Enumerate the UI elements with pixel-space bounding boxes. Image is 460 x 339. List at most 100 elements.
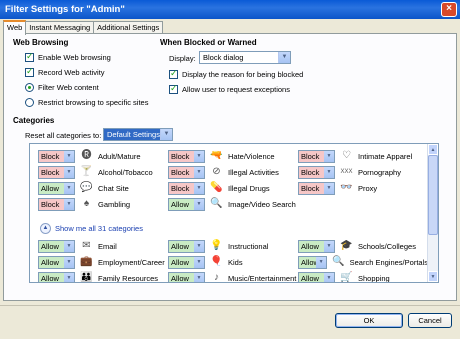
record-web-activity-checkbox[interactable]: Record Web activity	[25, 66, 105, 78]
category-setting-dropdown[interactable]: Allow ▼	[168, 255, 205, 269]
category-family-resources: Allow ▼ 👪 Family Resources	[38, 271, 158, 282]
category-image-video-search: Allow ▼ 🔍 Image/Video Search	[168, 197, 296, 211]
display-reason-checkbox[interactable]: Display the reason for being blocked	[169, 68, 304, 80]
lightbulb-icon: 💡	[210, 240, 223, 251]
category-setting-dropdown[interactable]: Allow ▼	[38, 255, 75, 269]
radio-circle[interactable]	[25, 83, 34, 92]
category-setting-dropdown[interactable]: Block ▼	[298, 149, 335, 163]
category-setting-dropdown[interactable]: Block ▼	[298, 165, 335, 179]
category-setting-dropdown[interactable]: Allow ▼	[38, 181, 75, 195]
briefcase-icon: 💼	[80, 256, 93, 267]
search-engine-icon: 🔍	[332, 256, 345, 267]
category-hate-violence: Block ▼ 🔫 Hate/Violence	[168, 149, 275, 163]
categories-heading: Categories	[13, 116, 55, 125]
window-title: Filter Settings for "Admin"	[5, 4, 125, 15]
chat-bubble-icon: 💬	[80, 182, 93, 193]
chevron-down-icon[interactable]: ▼	[64, 150, 74, 162]
display-dropdown[interactable]: Block dialog ▼	[199, 51, 291, 64]
tab-strip: Web Instant Messaging Additional Setting…	[3, 20, 164, 35]
chevron-down-icon[interactable]: ▼	[194, 150, 204, 162]
chevron-down-icon[interactable]: ▼	[160, 129, 172, 140]
web-browsing-heading: Web Browsing	[13, 38, 69, 47]
close-icon[interactable]: ×	[441, 2, 457, 17]
chevron-down-icon[interactable]: ▼	[64, 198, 74, 210]
scroll-up-icon[interactable]: ▲	[428, 144, 438, 155]
balloon-icon: 🎈	[210, 256, 223, 267]
chevron-down-icon[interactable]: ▼	[194, 256, 204, 268]
enable-web-browsing-label: Enable Web browsing	[38, 53, 111, 62]
category-setting-dropdown[interactable]: Block ▼	[168, 181, 205, 195]
chevron-down-icon[interactable]: ▼	[194, 198, 204, 210]
ok-button[interactable]: OK	[335, 313, 403, 328]
chevron-down-icon[interactable]: ▼	[194, 272, 204, 282]
category-kids: Allow ▼ 🎈 Kids	[168, 255, 243, 269]
cancel-button[interactable]: Cancel	[408, 313, 452, 328]
category-setting-dropdown[interactable]: Allow ▼	[168, 271, 205, 282]
scroll-thumb[interactable]	[428, 155, 438, 235]
checkbox-box[interactable]	[169, 68, 178, 79]
restrict-browsing-label: Restrict browsing to specific sites	[38, 98, 149, 107]
category-setting-dropdown[interactable]: Block ▼	[298, 181, 335, 195]
category-setting-dropdown[interactable]: Block ▼	[168, 149, 205, 163]
show-all-categories-label[interactable]: Show me all 31 categories	[55, 224, 143, 233]
category-label: Image/Video Search	[228, 199, 296, 209]
chevron-down-icon[interactable]: ▼	[324, 182, 334, 194]
category-setting-dropdown[interactable]: Block ▼	[38, 165, 75, 179]
display-reason-label: Display the reason for being blocked	[182, 70, 304, 79]
reset-categories-dropdown[interactable]: Default Settings ▼	[103, 128, 173, 141]
radio-circle[interactable]	[25, 98, 34, 107]
display-value: Block dialog	[203, 53, 244, 62]
chevron-down-icon[interactable]: ▼	[324, 240, 334, 252]
chevron-down-icon[interactable]: ▼	[324, 166, 334, 178]
chevron-down-icon[interactable]: ▼	[278, 52, 290, 63]
chevron-up-icon[interactable]: ▲	[40, 223, 51, 234]
category-label: Music/Entertainment	[228, 273, 297, 283]
chevron-down-icon[interactable]: ▼	[324, 150, 334, 162]
chevron-down-icon[interactable]: ▼	[64, 182, 74, 194]
scroll-down-icon[interactable]: ▼	[428, 271, 438, 282]
category-setting-dropdown[interactable]: Block ▼	[168, 165, 205, 179]
category-setting-dropdown[interactable]: Allow ▼	[38, 239, 75, 253]
restrict-browsing-radio[interactable]: Restrict browsing to specific sites	[25, 97, 148, 108]
chevron-down-icon[interactable]: ▼	[324, 272, 334, 282]
chevron-down-icon[interactable]: ▼	[194, 166, 204, 178]
category-setting-dropdown[interactable]: Allow ▼	[298, 255, 328, 269]
enable-web-browsing-checkbox[interactable]: Enable Web browsing	[25, 51, 111, 63]
category-setting-dropdown[interactable]: Block ▼	[38, 197, 75, 211]
category-adult-mature: Block ▼ 🅡 Adult/Mature	[38, 149, 141, 163]
category-label: Schools/Colleges	[358, 241, 416, 251]
category-setting-dropdown[interactable]: Allow ▼	[38, 271, 75, 282]
chevron-down-icon[interactable]: ▼	[194, 240, 204, 252]
category-label: Kids	[228, 257, 243, 267]
category-illegal-activities: Block ▼ ⊘ Illegal Activities	[168, 165, 279, 179]
category-setting-dropdown[interactable]: Allow ▼	[168, 197, 205, 211]
chevron-down-icon[interactable]: ▼	[64, 240, 74, 252]
tab-web[interactable]: Web	[3, 20, 27, 35]
graduation-cap-icon: 🎓	[340, 240, 353, 251]
show-all-categories-link[interactable]: ▲ Show me all 31 categories	[40, 223, 143, 234]
request-exceptions-checkbox[interactable]: Allow user to request exceptions	[169, 83, 290, 95]
category-music-entertainment: Allow ▼ ♪ Music/Entertainment	[168, 271, 297, 283]
category-illegal-drugs: Block ▼ 💊 Illegal Drugs	[168, 181, 270, 195]
category-setting-dropdown[interactable]: Allow ▼	[298, 271, 335, 282]
checkbox-box[interactable]	[25, 66, 34, 77]
chevron-down-icon[interactable]: ▼	[194, 182, 204, 194]
chevron-down-icon[interactable]: ▼	[64, 272, 74, 282]
chevron-down-icon[interactable]: ▼	[64, 166, 74, 178]
filter-web-content-label: Filter Web content	[38, 83, 99, 92]
checkbox-box[interactable]	[25, 51, 34, 62]
chevron-down-icon[interactable]: ▼	[316, 256, 327, 268]
category-label: Employment/Career	[98, 257, 165, 267]
categories-scrollbar[interactable]: ▲ ▼	[427, 144, 438, 282]
category-setting-dropdown[interactable]: Allow ▼	[298, 239, 335, 253]
chevron-down-icon[interactable]: ▼	[64, 256, 74, 268]
display-label: Display:	[169, 54, 196, 63]
category-alcohol-tobacco: Block ▼ 🍸 Alcohol/Tobacco	[38, 165, 153, 179]
categories-list[interactable]: Block ▼ 🅡 Adult/Mature Block ▼ 🍸 Alcohol/T…	[29, 143, 439, 283]
category-setting-dropdown[interactable]: Allow ▼	[168, 239, 205, 253]
category-setting-dropdown[interactable]: Block ▼	[38, 149, 75, 163]
category-gambling: Block ▼ ♠ Gambling	[38, 197, 130, 211]
category-search-engines-portals: Allow ▼ 🔍 Search Engines/Portals	[298, 255, 428, 269]
checkbox-box[interactable]	[169, 83, 178, 94]
filter-web-content-radio[interactable]: Filter Web content	[25, 82, 99, 93]
